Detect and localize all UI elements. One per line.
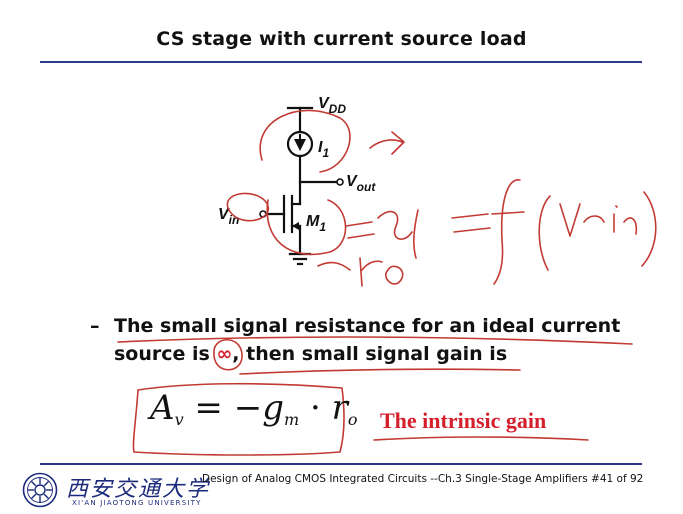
- infinity-symbol: ∞: [216, 343, 233, 365]
- gain-formula: Av = −gm · ro: [150, 388, 357, 429]
- pen-paren-close: [641, 191, 657, 267]
- cs-stage-schematic: VDD I1 Vout Vin M1: [218, 95, 376, 266]
- vdd-label: VDD: [318, 95, 346, 116]
- title-underline: [40, 61, 642, 63]
- formula-equals: = −: [183, 388, 263, 428]
- pen-f: [491, 179, 525, 285]
- formula-r: r: [331, 388, 348, 428]
- course-footer: Design of Analog CMOS Integrated Circuit…: [202, 473, 644, 485]
- bullet-line-2-post: , then small signal gain is: [232, 343, 508, 365]
- pen-underline-line2: [239, 368, 521, 375]
- formula-ro-sub: o: [347, 410, 358, 429]
- pen-equals-2: [451, 213, 491, 233]
- formula-av-sub: v: [174, 410, 184, 429]
- slide-title: CS stage with current source load: [156, 28, 527, 50]
- vout-label: Vout: [346, 173, 376, 194]
- m1-label: M1: [306, 213, 326, 234]
- vin-terminal: [259, 210, 267, 218]
- intrinsic-gain-label: The intrinsic gain: [380, 408, 547, 433]
- bullet-dash: –: [90, 315, 100, 337]
- pen-underline-intrinsic: [373, 436, 589, 441]
- formula-dot: ·: [299, 388, 332, 428]
- pen-paren-open: [538, 195, 551, 271]
- bullet-line-1: The small signal resistance for an ideal…: [114, 315, 621, 337]
- pen-vrin: [559, 203, 638, 237]
- slide: CS stage with current source load VDD I1…: [0, 0, 683, 514]
- i1-label: I1: [318, 139, 329, 160]
- university-logo-icon: [22, 472, 58, 508]
- bullet-line-2-pre: source is: [114, 343, 217, 365]
- vin-label: Vin: [218, 206, 239, 227]
- footer-rule: [40, 463, 642, 465]
- vout-terminal: [336, 178, 344, 186]
- formula-av: A: [150, 388, 175, 428]
- formula-g: g: [262, 388, 284, 428]
- formula-gm-sub: m: [283, 410, 300, 429]
- bullet-line-2: source is ∞, then small signal gain is: [114, 341, 507, 368]
- university-name-en: XI'AN JIAOTONG UNIVERSITY: [72, 499, 202, 507]
